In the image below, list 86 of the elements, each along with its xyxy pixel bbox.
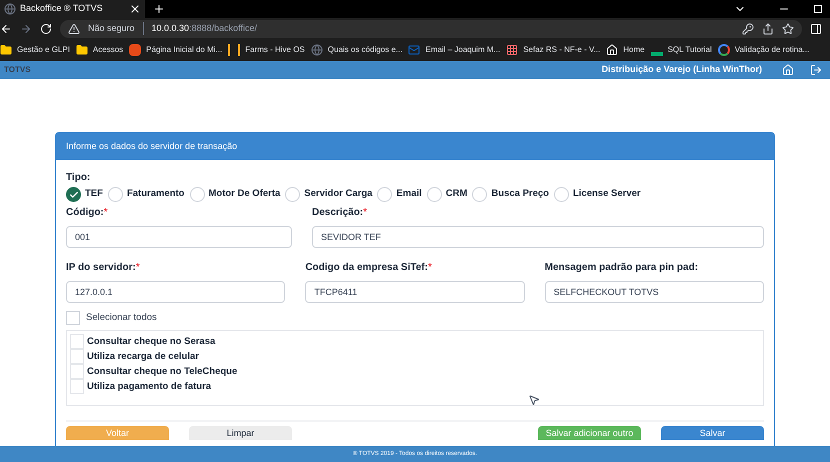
check-icon: [68, 190, 78, 200]
checkbox[interactable]: [70, 349, 84, 364]
url-text: 10.0.0.30:8888/backoffice/: [152, 22, 257, 35]
globe-icon: [4, 2, 16, 15]
checkbox-label: Utiliza pagamento de fatura: [87, 380, 212, 394]
logout-icon[interactable]: [810, 64, 822, 76]
text-input[interactable]: 001: [66, 226, 292, 248]
required-mark: *: [428, 261, 432, 275]
grid-icon: [506, 44, 518, 56]
required-mark: *: [104, 206, 108, 220]
radio-label: License Server: [572, 187, 641, 202]
radio-button[interactable]: [190, 187, 204, 202]
radio-label: Email: [396, 187, 422, 202]
star-icon[interactable]: [782, 22, 794, 35]
tipo-label: Tipo:: [66, 171, 92, 185]
radio-button[interactable]: [554, 187, 569, 202]
text-input[interactable]: SELFCHECKOUT TOTVS: [544, 281, 764, 303]
checkbox[interactable]: [66, 311, 80, 326]
browser-tab[interactable]: Backoffice ® TOTVS: [0, 0, 145, 18]
action-button[interactable]: Salvar: [661, 426, 764, 440]
key-icon[interactable]: [742, 22, 754, 35]
bookmark-link[interactable]: Farms - Hive OS: [245, 44, 305, 56]
required-mark: *: [363, 206, 368, 220]
radio-label: Motor De Oferta: [208, 187, 280, 202]
app-logo: TOTVS: [4, 64, 31, 76]
bookmark-link[interactable]: Página Inicial do Mi...: [146, 44, 222, 56]
required-mark: *: [136, 261, 140, 275]
field-label: Codigo da empresa SiTef:: [305, 261, 428, 275]
home-icon[interactable]: [782, 64, 794, 76]
share-icon[interactable]: [762, 22, 774, 35]
cursor-icon: [528, 394, 540, 406]
radio-button[interactable]: [285, 187, 300, 202]
warning-icon: [68, 22, 80, 35]
bookmark-link[interactable]: Acessos: [92, 44, 124, 56]
radio-label: TEF: [85, 187, 103, 202]
bookmark-link[interactable]: Home: [623, 44, 645, 56]
text-input[interactable]: TFCP6411: [305, 281, 525, 303]
checkbox[interactable]: [70, 334, 84, 350]
radio-button[interactable]: [377, 187, 392, 202]
radio-label: Faturamento: [126, 187, 184, 202]
context-label: Distribuição e Varejo (Linha WinThor): [602, 63, 762, 76]
radio-label: Busca Preço: [491, 187, 549, 202]
checkbox-label: Selecionar todos: [86, 311, 157, 325]
radio-label: Servidor Carga: [304, 187, 372, 202]
bookmark-link[interactable]: Gestão e GLPI: [17, 44, 70, 56]
folder-icon: [76, 44, 88, 56]
action-button[interactable]: Limpar: [189, 426, 292, 440]
forward-icon[interactable]: [20, 22, 32, 35]
tab-title: Backoffice ® TOTVS: [20, 2, 104, 16]
field-label: IP do servidor:: [66, 261, 136, 275]
radio-button[interactable]: [66, 187, 81, 202]
close-icon[interactable]: [129, 2, 141, 15]
checkbox-label: Consultar cheque no TeleCheque: [87, 364, 238, 379]
bookmark-link[interactable]: Quais os códigos e...: [328, 44, 402, 56]
new-tab-icon[interactable]: [153, 2, 165, 15]
text-input[interactable]: 127.0.0.1: [66, 281, 286, 303]
radio-button[interactable]: [426, 187, 442, 202]
checkbox-label: Consultar cheque no Serasa: [87, 334, 216, 349]
bars-icon: [228, 44, 240, 56]
bookmark-link[interactable]: SQL Tutorial: [668, 44, 712, 56]
radio-button[interactable]: [108, 187, 123, 202]
reload-icon[interactable]: [40, 22, 52, 35]
address-bar[interactable]: Não seguro 10.0.0.30:8888/backoffice/: [60, 20, 802, 38]
field-label: Descrição:: [312, 206, 364, 220]
g-logo-icon: [718, 44, 730, 56]
panel-header: Informe os dados do servidor de transação: [56, 133, 774, 160]
bookmark-link[interactable]: Validação de rotina...: [734, 44, 810, 56]
radio-label: CRM: [446, 187, 468, 202]
back-icon[interactable]: [0, 22, 12, 35]
checkbox[interactable]: [70, 379, 84, 394]
bookmark-link[interactable]: Sefaz RS - NF-e - V...: [523, 44, 600, 56]
globe-icon: [310, 44, 323, 56]
mail-icon: [408, 44, 420, 56]
security-label: Não seguro: [88, 22, 144, 36]
maximize-icon[interactable]: [814, 4, 822, 13]
home-icon: [606, 44, 618, 56]
field-label: Código:: [66, 206, 104, 220]
text-input[interactable]: SEVIDOR TEF: [312, 226, 764, 248]
field-label: Mensagem padrão para pin pad:: [544, 261, 698, 275]
checkbox[interactable]: [70, 364, 84, 380]
folder-icon: [0, 44, 12, 56]
bookmark-link[interactable]: Email – Joaquim M...: [425, 44, 500, 56]
office-logo-icon: [129, 44, 142, 56]
side-panel-icon[interactable]: [810, 22, 822, 35]
radio-button[interactable]: [472, 187, 488, 202]
checkbox-label: Utiliza recarga de celular: [87, 350, 199, 364]
